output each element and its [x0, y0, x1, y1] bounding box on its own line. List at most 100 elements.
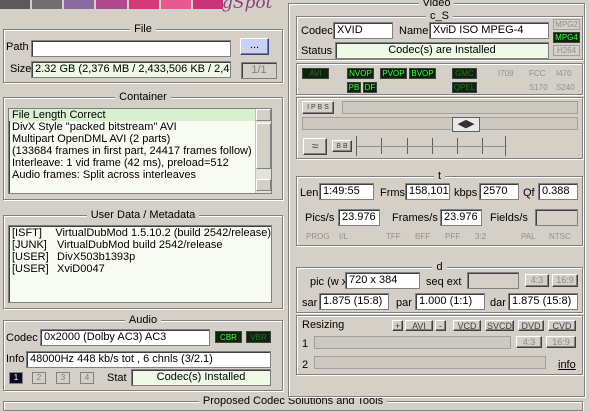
sar-label: sar — [302, 297, 318, 309]
metadata-value: VirtualDubMod 1.5.10.2 (build 2542/relea… — [55, 227, 271, 239]
fields-label: Fields/s — [490, 212, 528, 224]
resize-43-button[interactable]: 4:3 — [516, 336, 542, 348]
video-codec-field: XVID — [333, 22, 393, 39]
split-icon: ◀▶ — [452, 117, 480, 132]
info-link[interactable]: info — [558, 358, 576, 372]
list-item[interactable]: (133684 frames in first part, 24417 fram… — [9, 145, 271, 157]
frms-field: 158,101 — [405, 183, 450, 200]
resize-169-button[interactable]: 16:9 — [546, 336, 576, 348]
video-name-label: Name — [399, 25, 429, 37]
logo-block — [64, 0, 95, 9]
list-item[interactable]: Multipart OpenDML AVI (2 parts) — [9, 133, 271, 145]
pff-flag: PFF — [445, 232, 461, 241]
list-item[interactable]: [ISFT] VirtualDubMod 1.5.10.2 (build 2542… — [9, 227, 271, 239]
video-status-label: Status — [301, 45, 333, 57]
audio-stat-field: Codec(s) Installed — [131, 369, 271, 386]
container-list[interactable]: File Length Correct DivX Style "packed b… — [8, 108, 272, 194]
pic-label: pic (w x — [310, 276, 348, 288]
scroll-thumb[interactable] — [256, 123, 271, 169]
resize-vcd-button[interactable]: VCD — [453, 320, 481, 331]
resize-plus-button[interactable]: + — [392, 320, 403, 331]
resize-row-1-bar — [314, 336, 511, 349]
resize-row-2-label: 2 — [302, 359, 309, 371]
seqext-field — [467, 272, 519, 289]
sar-field: 1.875 (15:8) — [319, 293, 389, 310]
audio-track-tab-2[interactable]: 2 — [32, 372, 46, 384]
logo-block — [0, 0, 31, 9]
scroll-down-icon[interactable] — [256, 179, 271, 191]
timing-subgroup-title: t — [433, 170, 446, 182]
resize-dvd-button[interactable]: DVD — [518, 320, 544, 331]
file-group-title: File — [130, 23, 156, 35]
container-group-title: Container — [115, 91, 171, 103]
container-scrollbar[interactable] — [255, 109, 271, 193]
timeline-bar — [302, 117, 578, 130]
metadata-value: DivX503b1393p — [57, 251, 136, 263]
scroll-up-icon[interactable] — [256, 109, 271, 121]
audio-track-tab-1[interactable]: 1 — [9, 372, 23, 384]
logo-block — [160, 0, 191, 9]
audio-track-tab-3[interactable]: 3 — [56, 372, 70, 384]
codec-subgroup-title: c_S — [426, 10, 453, 22]
bff-flag: BFF — [415, 232, 431, 241]
pic-field: 720 x 384 — [345, 272, 420, 289]
size-field: 2.32 GB (2,376 MB / 2,433,506 KB / 2,4 — [31, 61, 231, 78]
df-flag: DF — [363, 82, 377, 93]
dar-label: dar — [490, 297, 506, 309]
fcc-flag: FCC — [529, 69, 546, 78]
resize-cvd-button[interactable]: CVD — [548, 320, 576, 331]
frames-field: 23.976 — [440, 209, 482, 226]
page-counter: 1/1 — [241, 62, 277, 79]
resize-row-1-label: 1 — [302, 338, 309, 350]
vbr-indicator: VBR — [246, 331, 271, 343]
browse-button[interactable]: ... — [240, 38, 269, 55]
audio-info-label: Info — [6, 353, 25, 365]
resize-svcd-button[interactable]: SVCD — [485, 320, 514, 331]
resize-row-2-bar — [314, 356, 546, 369]
i470-flag: I470 — [556, 69, 572, 78]
logo-block — [96, 0, 127, 9]
video-name-field: XviD ISO MPEG-4 — [429, 22, 549, 39]
qpel-flag: QPEL — [452, 82, 477, 93]
list-item[interactable]: File Length Correct — [9, 109, 271, 121]
len-label: Len — [300, 187, 319, 199]
metadata-list[interactable]: [ISFT] VirtualDubMod 1.5.10.2 (build 2542… — [8, 225, 272, 303]
video-status-field: Codec(s) are Installed — [335, 42, 549, 59]
resize-minus-button[interactable]: - — [435, 320, 446, 331]
list-item[interactable]: [JUNK] VirtualDubMod build 2542/release — [9, 239, 271, 251]
path-field[interactable] — [31, 40, 231, 57]
bb-indicator: B B — [332, 140, 352, 152]
list-item[interactable]: Audio frames: Split across interleaves — [9, 169, 271, 181]
wave-button[interactable]: ≈ — [303, 138, 327, 155]
gop-bar — [342, 101, 578, 114]
resize-avi-button[interactable]: AVI — [405, 320, 433, 331]
audio-info-field: 48000Hz 448 kb/s tot , 6 chnls (3/2.1) — [26, 351, 271, 368]
list-item[interactable]: [USER] XviD0047 — [9, 263, 271, 275]
metadata-value: XviD0047 — [57, 263, 105, 275]
logo-block — [192, 0, 223, 9]
video-group-title: Video — [418, 0, 455, 9]
fields-field — [535, 209, 578, 226]
logo-block — [32, 0, 63, 9]
logo-text: gSpot — [222, 0, 273, 13]
list-item[interactable]: [USER] DivX503b1393p — [9, 251, 271, 263]
bracket-icon — [356, 136, 507, 156]
list-item[interactable]: DivX Style "packed bitstream" AVI — [9, 121, 271, 133]
ratio-43-button[interactable]: 4:3 — [525, 274, 549, 287]
audio-group-title: Audio — [124, 314, 162, 326]
frms-label: Frms — [380, 187, 406, 199]
list-item[interactable]: Interleave: 1 vid frame (42 ms), preload… — [9, 157, 271, 169]
pics-label: Pics/s — [305, 212, 335, 224]
audio-track-tab-4[interactable]: 4 — [80, 372, 94, 384]
resizing-label: Resizing — [302, 319, 345, 331]
path-label: Path — [6, 41, 29, 53]
par-label: par — [396, 297, 412, 309]
pvop-flag: PVOP — [380, 68, 407, 79]
pal-flag: PAL — [521, 232, 536, 241]
frames-label: Frames/s — [392, 212, 438, 224]
avi-flag: AVI — [302, 68, 329, 79]
metadata-key: [JUNK] — [12, 239, 47, 251]
nvop-flag: NVOP — [347, 68, 374, 79]
audio-stat-label: Stat — [107, 372, 127, 384]
ratio-169-button[interactable]: 16:9 — [552, 274, 578, 287]
